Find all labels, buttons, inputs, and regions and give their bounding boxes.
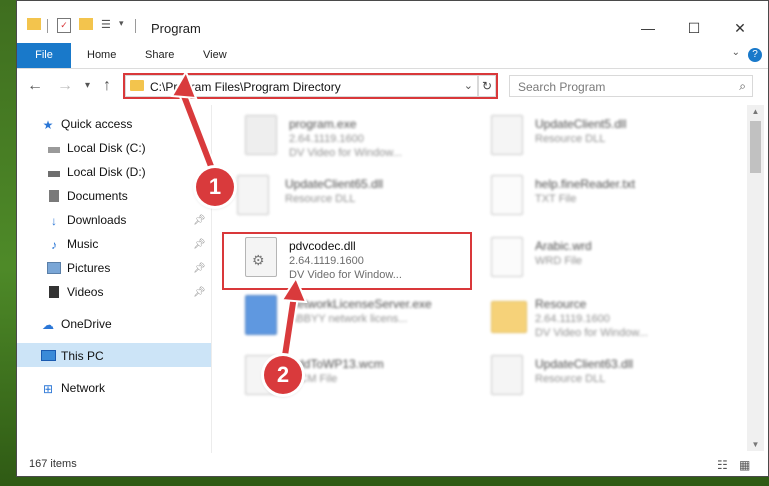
step-badge-2: 2: [264, 356, 302, 394]
step-badge-1: 1: [196, 168, 234, 206]
callout-arrows: [170, 69, 308, 367]
